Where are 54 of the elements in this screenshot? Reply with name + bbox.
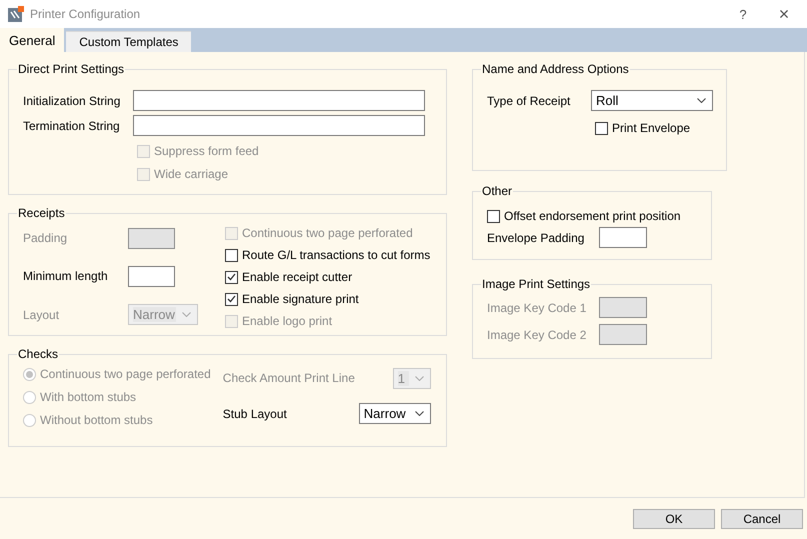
group-title: Name and Address Options [481,62,630,76]
radio-label: Without bottom stubs [40,413,153,427]
text-field[interactable] [133,90,425,111]
checkbox-label: Enable signature print [242,292,359,306]
checkbox[interactable] [225,248,238,262]
checkbox-label: Suppress form feed [154,144,259,158]
field-label: Image Key Code 1 [487,300,588,314]
checkbox[interactable] [487,210,500,222]
checkbox-label: Route G/L transactions to cut forms [242,248,430,262]
checkbox[interactable] [225,292,238,306]
field-label: Padding [23,231,68,246]
checkbox-label: Enable logo print [242,314,332,328]
field-label: Initialization String [23,94,122,108]
field-label: Layout [23,308,60,322]
window-title: Printer Configuration [30,7,142,21]
field-label: Check Amount Print Line [222,371,356,386]
field-label: Minimum length [23,269,109,284]
close-button[interactable]: × [761,0,807,28]
group-title: Checks [17,347,60,361]
text-field[interactable] [128,266,175,287]
group-title: Image Print Settings [481,277,592,291]
field-label: Termination String [23,118,121,132]
checkbox-label: Enable receipt cutter [242,270,352,284]
group-title: Direct Print Settings [17,62,126,76]
field-label: Type of Receipt [487,94,572,108]
checkbox-label: Wide carriage [154,167,228,181]
chevron-down-icon [697,98,706,103]
text-field[interactable] [599,227,647,248]
dropdown[interactable]: Narrow [358,403,431,424]
chevron-down-icon [414,411,424,416]
text-field[interactable] [133,115,425,136]
tab[interactable]: General [0,28,64,52]
chevron-down-icon [414,376,424,381]
checkmark-icon [227,273,236,281]
checkbox[interactable] [225,270,238,284]
field-label: Image Key Code 2 [487,328,588,342]
group-title: Other [481,184,514,198]
dialog-button[interactable]: OK [633,508,715,528]
checkbox-label: Continuous two page perforated [242,226,413,240]
dropdown[interactable]: Roll [591,90,713,111]
field-label: Envelope Padding [487,230,586,244]
group-title: Receipts [17,206,66,220]
checkbox-label: Print Envelope [612,121,690,135]
chevron-down-icon [182,312,191,318]
checkmark-icon [227,295,236,303]
checkbox[interactable] [595,122,608,134]
radio-label: With bottom stubs [40,390,136,404]
help-button[interactable]: ? [731,0,755,28]
app-icon [8,6,24,22]
dialog-button[interactable]: Cancel [721,508,803,528]
tab[interactable]: Custom Templates [66,31,192,52]
field-label: Stub Layout [222,406,288,421]
radio-label: Continuous two page perforated [40,367,211,381]
checkbox-label: Offset endorsement print position [504,209,681,223]
